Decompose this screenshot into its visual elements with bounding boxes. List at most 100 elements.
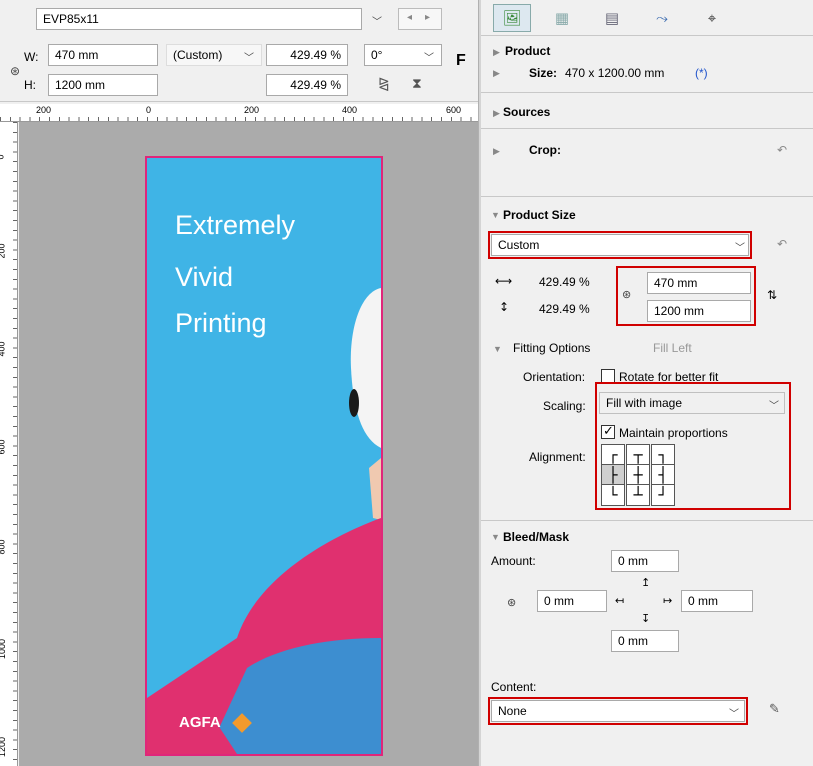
- bleed-left-input[interactable]: 0 mm: [537, 590, 607, 612]
- ruler-tick-label: 200: [36, 105, 52, 115]
- next-product-button[interactable]: ▸: [425, 12, 430, 23]
- prev-product-button[interactable]: ◂: [407, 12, 412, 23]
- ruler-tick-label: 600: [0, 439, 7, 455]
- bleed-left-arrow-icon: ↤: [615, 594, 625, 607]
- chevron-down-icon: ﹀: [244, 53, 254, 64]
- tab-grid-icon[interactable]: ▤: [593, 4, 631, 32]
- bleed-top-arrow-icon: ↥: [641, 576, 651, 589]
- width-percent-input[interactable]: 429.49 %: [266, 44, 348, 66]
- width-input[interactable]: 470 mm: [48, 44, 158, 66]
- undo-icon[interactable]: ↶: [777, 143, 787, 157]
- tab-layout-icon[interactable]: ▦: [543, 4, 581, 32]
- alignment-grid: ┌ ┬ ┐ ├ ┼ ┤ └ ┴ ┘: [601, 444, 677, 506]
- chevron-down-icon: ﹀: [424, 53, 434, 64]
- product-nav-buttons: ◂ ▸: [398, 8, 442, 30]
- orientation-label: Orientation:: [523, 370, 586, 384]
- flip-label: F: [456, 52, 466, 69]
- swap-dimensions-icon[interactable]: ⇅: [767, 288, 777, 302]
- fitting-options-title[interactable]: Fitting Options: [513, 341, 590, 355]
- maintain-proportions-checkbox[interactable]: [601, 423, 615, 439]
- product-selector[interactable]: EVP85x11: [36, 8, 362, 30]
- figure-hair: [350, 288, 381, 448]
- expand-icon[interactable]: ▶: [493, 108, 500, 119]
- properties-panel: 🖼 ▦ ▤ ⤳ ⌖ ▶ Product ▶ Size: 470 x 1200.0…: [481, 0, 813, 766]
- ruler-tick-label: 600: [446, 105, 462, 115]
- sources-section-title[interactable]: Sources: [503, 105, 550, 119]
- height-label: H:: [24, 78, 36, 92]
- collapse-icon[interactable]: ▼: [493, 344, 502, 354]
- chevron-down-icon: ﹀: [372, 17, 382, 28]
- maintain-proportions-label: Maintain proportions: [619, 426, 728, 440]
- ruler-tick-label: 0: [0, 154, 6, 159]
- align-center[interactable]: ┼: [626, 464, 650, 486]
- width-percent-value: 429.49 %: [539, 275, 590, 289]
- content-label: Content:: [491, 680, 537, 694]
- height-input[interactable]: 1200 mm: [48, 74, 158, 96]
- product-width-input[interactable]: 470 mm: [647, 272, 751, 294]
- ruler-tick-label: 800: [0, 539, 7, 555]
- collapse-icon[interactable]: ▼: [491, 210, 500, 220]
- align-bottom-right[interactable]: ┘: [651, 484, 675, 506]
- tab-curve-icon[interactable]: ⤳: [643, 4, 681, 32]
- width-label: W:: [24, 50, 39, 64]
- scaling-label: Scaling:: [543, 399, 586, 413]
- align-top-left[interactable]: ┌: [601, 444, 625, 466]
- product-size-section-title[interactable]: Product Size: [503, 208, 576, 222]
- highlight-content-select: [488, 697, 748, 725]
- ruler-tick-label: 1000: [0, 638, 8, 660]
- ruler-tick-label: 200: [0, 243, 7, 259]
- ruler-tick-label: 1200: [0, 736, 8, 758]
- ruler-tick-label: 400: [342, 105, 358, 115]
- document-toolbar: EVP85x11 ﹀ ◂ ▸ ⊛ W: H: 470 mm 1200 mm (C…: [0, 0, 478, 102]
- panel-tabs: 🖼 ▦ ▤ ⤳ ⌖: [481, 0, 813, 36]
- height-percent-input[interactable]: 429.49 %: [266, 74, 348, 96]
- collapse-icon[interactable]: ▼: [491, 532, 500, 542]
- flip-vertical-icon[interactable]: ⧗: [412, 76, 422, 92]
- headline-line-1: Extremely: [175, 210, 296, 240]
- bleed-bottom-arrow-icon: ↧: [641, 612, 651, 625]
- chevron-down-icon: ﹀: [769, 401, 779, 412]
- expand-icon[interactable]: ▶: [493, 68, 500, 79]
- link-dimensions-icon[interactable]: ⊛: [622, 288, 631, 301]
- height-arrow-icon: ↕: [499, 300, 510, 314]
- height-percent-value: 429.49 %: [539, 302, 590, 316]
- bleed-mask-title[interactable]: Bleed/Mask: [503, 530, 569, 544]
- align-bottom-center[interactable]: ┴: [626, 484, 650, 506]
- align-bottom-left[interactable]: └: [601, 484, 625, 506]
- align-middle-right[interactable]: ┤: [651, 464, 675, 486]
- link-bleed-icon[interactable]: ⊛: [507, 596, 516, 609]
- horizontal-ruler: 200 0 200 400 600: [0, 104, 478, 122]
- headline-line-2: Vivid: [175, 262, 234, 292]
- product-size-label: Size:: [529, 66, 558, 80]
- product-artwork[interactable]: Extremely Vivid Printing AGFA: [145, 156, 383, 756]
- edit-pencil-icon[interactable]: ✎: [769, 702, 780, 717]
- ruler-tick-label: 200: [244, 105, 260, 115]
- flip-horizontal-icon[interactable]: ⧎: [378, 76, 390, 92]
- artwork-figure: [147, 288, 381, 754]
- figure-earring: [349, 389, 359, 417]
- undo-icon[interactable]: ↶: [777, 237, 787, 251]
- align-top-right[interactable]: ┐: [651, 444, 675, 466]
- tab-target-icon[interactable]: ⌖: [693, 4, 731, 32]
- ruler-tick-label: 0: [146, 105, 152, 115]
- scaling-select[interactable]: Fill with image: [599, 392, 785, 414]
- product-size-marker: (*): [695, 66, 708, 80]
- ruler-tick-label: 400: [0, 341, 7, 357]
- pasteboard[interactable]: Extremely Vivid Printing AGFA: [19, 122, 478, 766]
- product-section-title[interactable]: Product: [505, 44, 550, 58]
- tab-product-image-icon[interactable]: 🖼: [493, 4, 531, 32]
- crop-section-title[interactable]: Crop:: [529, 143, 561, 157]
- expand-icon[interactable]: ▶: [493, 146, 500, 157]
- bleed-bottom-input[interactable]: 0 mm: [611, 630, 679, 652]
- link-dimensions-icon[interactable]: ⊛: [10, 64, 20, 78]
- bleed-right-arrow-icon: ↦: [663, 594, 673, 607]
- rotate-checkbox[interactable]: [601, 369, 615, 383]
- align-top-center[interactable]: ┬: [626, 444, 650, 466]
- fitting-status: Fill Left: [653, 341, 692, 355]
- bleed-right-input[interactable]: 0 mm: [681, 590, 753, 612]
- align-middle-left[interactable]: ├: [601, 464, 625, 486]
- bleed-top-input[interactable]: 0 mm: [611, 550, 679, 572]
- product-size-value: 470 x 1200.00 mm: [565, 66, 665, 80]
- product-height-input[interactable]: 1200 mm: [647, 300, 751, 322]
- expand-icon[interactable]: ▶: [493, 47, 500, 58]
